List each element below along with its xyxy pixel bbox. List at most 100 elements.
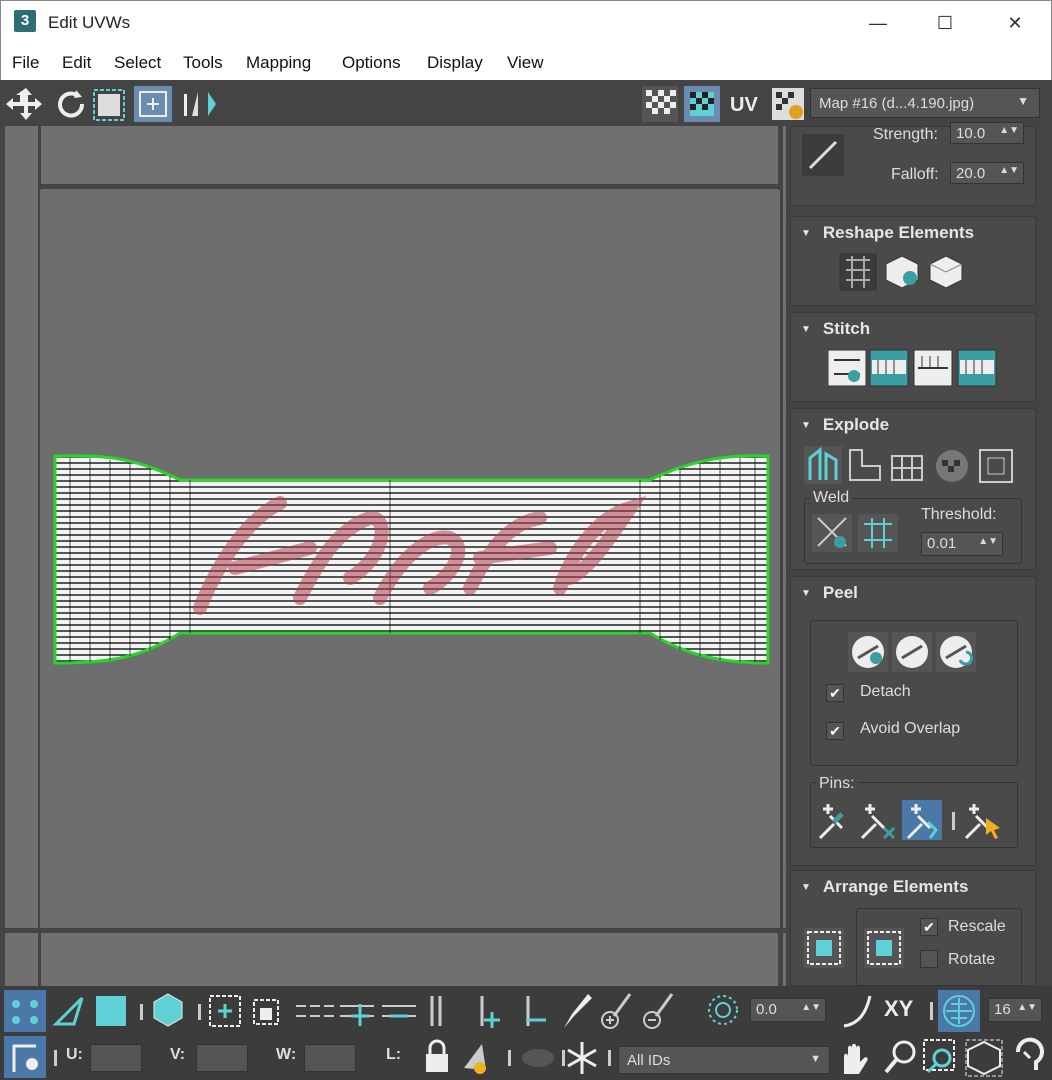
straighten-icon[interactable] [839,253,877,291]
falloff-space-xy[interactable]: XY [884,996,913,1022]
detach-checkbox[interactable]: ✔ [826,684,844,702]
menu-edit[interactable]: Edit [62,53,91,73]
grow-selection-icon[interactable] [209,995,241,1027]
pan-icon[interactable] [844,1043,868,1074]
menu-display[interactable]: Display [427,53,483,73]
uv-label[interactable]: UV [730,94,758,116]
angle-spinner[interactable]: 0.0 ▲▼ [750,998,826,1022]
edge-select-icon[interactable] [52,996,84,1026]
loop-shrink-icon[interactable] [526,996,546,1026]
weld-target-icon[interactable] [858,514,898,552]
flatten-by-polygon-angle-icon[interactable] [849,449,881,481]
v-input[interactable] [196,1044,248,1072]
flatten-by-smoothing-icon[interactable] [891,455,923,481]
pin-select-icon[interactable] [964,804,1000,840]
weld-selected-icon[interactable] [812,514,852,552]
flatten-by-material-icon[interactable] [936,450,968,482]
spinner-arrows-icon[interactable]: ▲▼ [1017,1002,1037,1013]
rescale-checkbox[interactable]: ✔ [920,918,938,936]
soft-selection-icon[interactable] [704,990,746,1030]
menu-mapping[interactable]: Mapping [246,53,311,73]
pack-together-icon[interactable] [862,924,908,974]
ring-expand-icon[interactable] [340,1004,374,1026]
lock-icon[interactable] [426,1039,448,1072]
hide-icon[interactable] [522,1049,554,1067]
falloff-curve-icon[interactable] [802,134,844,176]
paint-select-grow-icon[interactable] [601,993,632,1029]
flatten-icon[interactable] [979,449,1013,483]
face-select-icon[interactable] [96,996,126,1026]
w-input[interactable] [304,1044,356,1072]
ring-grow-icon[interactable] [296,1005,334,1017]
peel-reset-icon[interactable] [936,632,976,672]
element-select-icon[interactable] [153,993,183,1027]
strength-spinner[interactable]: 10.0 ▲▼ [950,122,1024,144]
freeze-icon[interactable] [567,1042,597,1074]
menu-file[interactable]: File [12,53,39,73]
relax-icon[interactable] [885,255,919,289]
pack-normalize-icon[interactable] [802,924,848,974]
move-icon[interactable] [6,88,42,120]
grid-snap-icon[interactable] [938,990,980,1032]
menu-select[interactable]: Select [114,53,161,73]
paint-select-icon[interactable] [564,994,592,1028]
rollout-title-stitch[interactable]: Stitch [801,319,870,339]
map-dropdown[interactable]: Map #16 (d...4.190.jpg) ▼ [810,88,1040,118]
rollout-title-explode[interactable]: Explode [801,415,889,435]
u-input[interactable] [90,1044,142,1072]
minimize-button[interactable]: — [855,8,901,38]
shrink-selection-icon[interactable] [253,999,279,1025]
rotate-icon[interactable] [58,90,85,118]
quick-peel-icon[interactable] [848,632,888,672]
freeform-icon[interactable] [134,86,172,122]
scale-icon[interactable] [93,89,125,121]
spinner-arrows-icon[interactable]: ▲▼ [978,536,998,547]
grid-size-spinner[interactable]: 16 ▲▼ [988,998,1042,1022]
falloff-spinner[interactable]: 20.0 ▲▼ [950,162,1024,184]
falloff-type-icon[interactable] [838,990,880,1032]
help-icon[interactable] [1015,1037,1044,1070]
ring-shrink-icon[interactable] [382,1005,416,1018]
checker-icon[interactable] [642,86,678,122]
break-icon[interactable] [804,446,842,484]
close-button[interactable]: ✕ [992,8,1038,38]
separator [952,812,955,830]
relax-settings-icon[interactable] [929,255,963,289]
spinner-arrows-icon[interactable]: ▲▼ [999,165,1019,176]
loop-grow-icon[interactable] [480,996,500,1028]
zoom-extents-icon[interactable] [965,1039,1003,1077]
uv-mesh[interactable] [50,448,775,673]
avoid-overlap-checkbox[interactable]: ✔ [826,722,844,740]
show-hide-icon[interactable] [464,1044,486,1074]
menu-tools[interactable]: Tools [183,53,223,73]
stitch-target-icon[interactable] [957,349,997,387]
menu-view[interactable]: View [507,53,544,73]
threshold-spinner[interactable]: 0.01 ▲▼ [921,532,1003,556]
spinner-arrows-icon[interactable]: ▲▼ [999,125,1019,136]
zoom-region-icon[interactable] [923,1039,955,1074]
rotate-checkbox[interactable] [920,950,938,968]
stitch-average-icon[interactable] [913,349,953,387]
separator [608,1050,611,1066]
pin-add-icon[interactable] [818,804,844,840]
maximize-button[interactable]: ☐ [922,8,968,38]
rollout-title-arrange[interactable]: Arrange Elements [801,877,969,897]
spinner-arrows-icon[interactable]: ▲▼ [801,1002,821,1013]
map-settings-icon[interactable] [772,88,804,120]
material-id-dropdown[interactable]: All IDs ▼ [618,1046,830,1074]
stitch-custom-icon[interactable] [828,349,867,387]
paint-select-shrink-icon[interactable] [643,993,674,1029]
peel-mode-icon[interactable] [892,632,932,672]
stitch-source-icon[interactable] [869,349,909,387]
zoom-icon[interactable] [884,1040,916,1074]
absolute-offset-icon[interactable] [4,1036,46,1078]
checker-teal-icon[interactable] [684,86,720,122]
rollout-title-reshape[interactable]: Reshape Elements [801,223,974,243]
rollout-title-peel[interactable]: Peel [801,583,858,603]
pin-auto-icon[interactable] [902,800,942,840]
loop-icon[interactable] [430,996,442,1026]
mirror-icon[interactable] [184,92,216,116]
vertex-select-icon[interactable] [4,990,46,1032]
menu-options[interactable]: Options [342,53,401,73]
pin-remove-icon[interactable] [860,804,896,840]
